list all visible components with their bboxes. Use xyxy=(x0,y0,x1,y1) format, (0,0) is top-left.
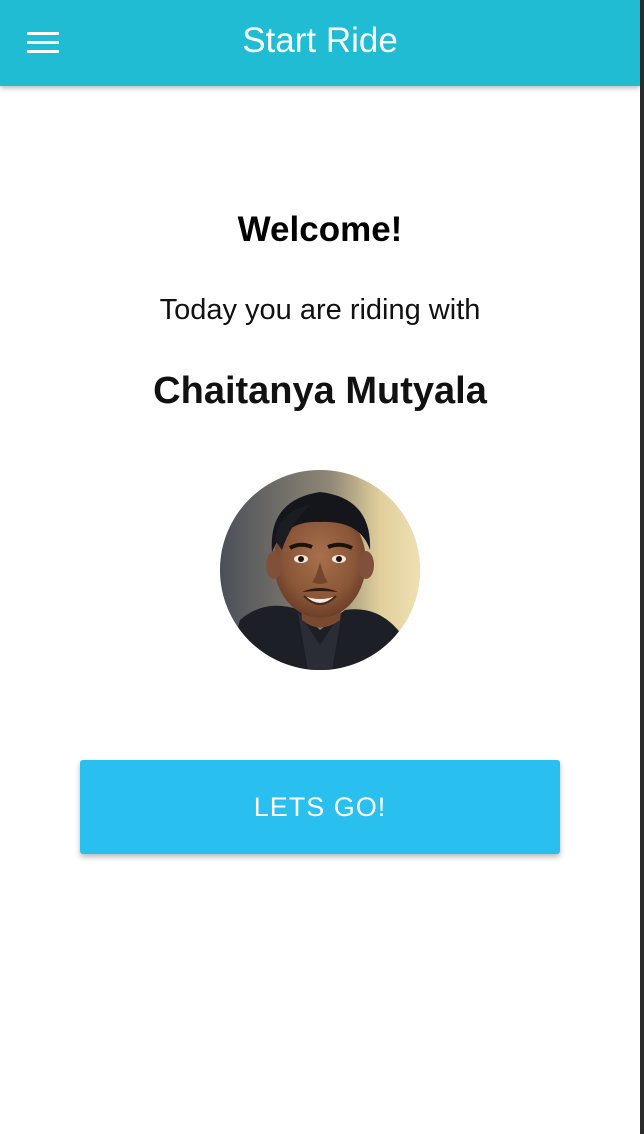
welcome-heading: Welcome! xyxy=(237,210,403,249)
app-bar: Start Ride xyxy=(0,0,640,86)
rider-photo xyxy=(220,470,420,670)
window-edge xyxy=(640,0,644,1134)
rider-avatar xyxy=(220,470,420,670)
rider-name: Chaitanya Mutyala xyxy=(153,370,487,412)
page-title: Start Ride xyxy=(242,21,398,60)
start-ride-screen: Start Ride Welcome! Today you are riding… xyxy=(0,0,644,1134)
riding-with-text: Today you are riding with xyxy=(159,294,481,326)
lets-go-button[interactable]: LETS GO! xyxy=(80,760,560,854)
